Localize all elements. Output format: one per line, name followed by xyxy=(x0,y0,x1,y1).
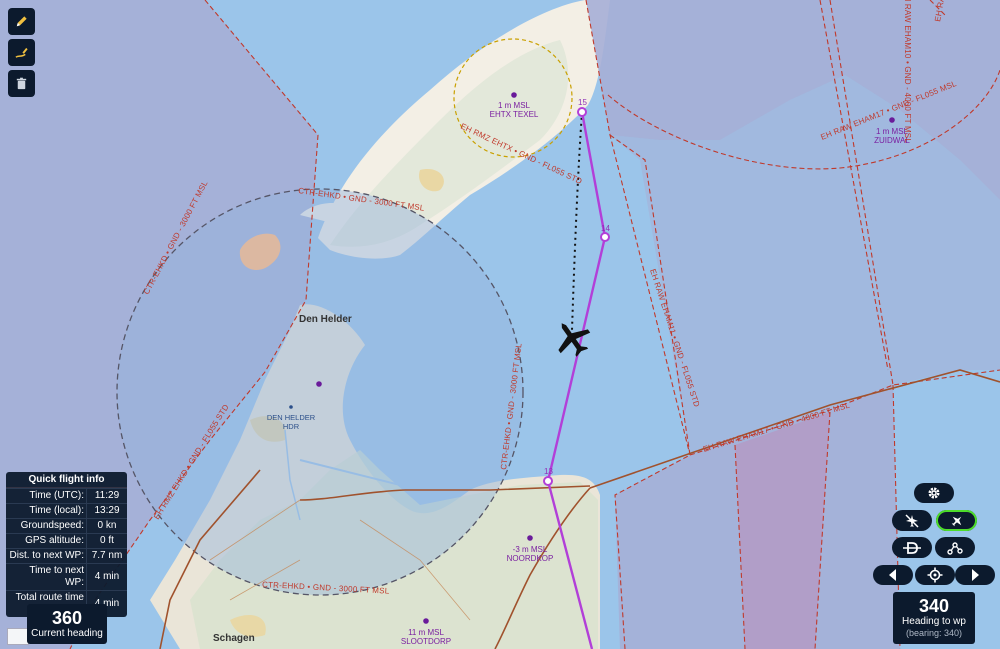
info-label: GPS altitude: xyxy=(6,533,87,549)
town-label-schagen: Schagen xyxy=(213,633,255,644)
crosshair-icon xyxy=(927,567,943,583)
scale-indicator xyxy=(7,628,29,645)
airfield-name: SLOOTDORP xyxy=(401,637,451,646)
bearing-label: (bearing: 340) xyxy=(905,628,963,638)
waypoint-label: 15 xyxy=(578,98,587,107)
pencil-icon xyxy=(16,16,27,27)
airplane-follow-icon xyxy=(951,516,961,526)
info-value: 11:29 xyxy=(86,488,127,504)
draw-pencil-button[interactable] xyxy=(8,8,35,35)
info-row: Time (UTC): 11:29 xyxy=(6,488,127,504)
airfield-elevation: -3 m MSL xyxy=(513,545,548,554)
airfield-name: NOORDKOP xyxy=(507,554,554,563)
gear-icon xyxy=(928,487,940,499)
airfield-elevation: 1 m MSL xyxy=(498,101,531,110)
airspace-label: EH RAW EHAM10 • GND - 4000 FT MSL xyxy=(903,0,912,143)
hand-pen-icon xyxy=(15,47,28,58)
info-row: GPS altitude: 0 ft xyxy=(6,533,127,549)
airfield-name: HDR xyxy=(283,422,300,431)
settings-button[interactable] xyxy=(914,483,954,503)
info-row: Dist. to next WP: 7.7 nm xyxy=(6,548,127,564)
info-label: Dist. to next WP: xyxy=(6,548,87,564)
airfield-elevation: DEN HELDER xyxy=(267,413,316,422)
direct-to-button[interactable] xyxy=(892,537,932,558)
info-row: Groundspeed: 0 kn xyxy=(6,518,127,534)
arrow-left-icon xyxy=(889,569,896,581)
airfield-name: EHTX TEXEL xyxy=(490,110,539,119)
map-canvas[interactable]: 15 14 13 1 m MSL EHTX TEXEL 1 m MSL ZUID… xyxy=(0,0,1000,649)
next-waypoint-button[interactable] xyxy=(955,565,995,585)
info-label: Time (local): xyxy=(6,503,87,519)
current-heading-label: Current heading xyxy=(31,628,103,639)
current-heading-value: 360 xyxy=(51,608,83,628)
waypoint-label: 13 xyxy=(544,467,553,476)
info-value: 4 min xyxy=(86,563,127,591)
waypoint-14[interactable] xyxy=(600,232,610,242)
follow-aircraft-on-button[interactable] xyxy=(936,510,977,531)
info-label: Groundspeed: xyxy=(6,518,87,534)
info-value: 0 ft xyxy=(86,533,127,549)
info-row: Time (local): 13:29 xyxy=(6,503,127,519)
town-label-den-helder: Den Helder xyxy=(299,314,352,325)
heading-to-wp-box: 340 Heading to wp (bearing: 340) xyxy=(893,592,975,644)
waypoint-15[interactable] xyxy=(577,107,587,117)
clear-drawing-button[interactable] xyxy=(8,70,35,97)
info-value: 13:29 xyxy=(86,503,127,519)
heading-to-wp-label: Heading to wp xyxy=(902,616,966,627)
route-button[interactable] xyxy=(935,537,975,558)
previous-waypoint-button[interactable] xyxy=(873,565,913,585)
info-value: 0 kn xyxy=(86,518,127,534)
center-map-button[interactable] xyxy=(915,565,955,585)
quick-flight-info-panel: Quick flight info Time (UTC): 11:29 Time … xyxy=(6,472,127,617)
waypoint-13[interactable] xyxy=(543,476,553,486)
info-row: Time to next WP: 4 min xyxy=(6,563,127,591)
arrow-right-icon xyxy=(972,569,979,581)
info-label: Time to next WP: xyxy=(6,563,87,591)
direct-to-icon xyxy=(903,541,921,554)
route-icon xyxy=(947,541,963,555)
follow-aircraft-off-button[interactable] xyxy=(892,510,932,531)
freehand-draw-button[interactable] xyxy=(8,39,35,66)
airplane-off-icon xyxy=(905,513,919,528)
trash-icon xyxy=(16,77,27,90)
info-value: 7.7 nm xyxy=(86,548,127,564)
quick-flight-info-title: Quick flight info xyxy=(6,472,127,488)
current-heading-box: 360 Current heading xyxy=(27,604,107,644)
info-label: Time (UTC): xyxy=(6,488,87,504)
waypoint-label: 14 xyxy=(601,224,610,233)
airfield-elevation: 11 m MSL xyxy=(408,628,444,637)
heading-to-wp-value: 340 xyxy=(918,596,950,616)
